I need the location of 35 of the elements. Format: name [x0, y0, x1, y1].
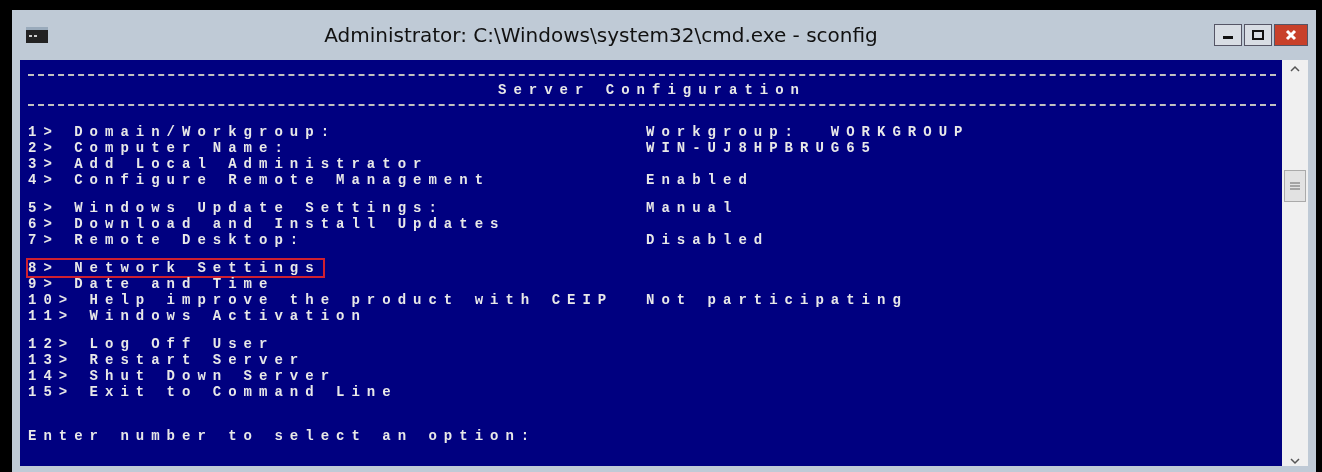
menu-option[interactable]: 8> Network Settings: [28, 260, 323, 276]
menu-option[interactable]: 6> Download and Install Updates: [28, 216, 646, 232]
option-value: Not participating: [646, 292, 908, 308]
window-title: Administrator: C:\Windows\system32\cmd.exe - sconfig: [323, 23, 879, 47]
option-value: WIN-UJ8HPBRUG65: [646, 140, 878, 156]
menu-option[interactable]: 3> Add Local Administrator: [28, 156, 646, 172]
menu-option[interactable]: 14> Shut Down Server: [28, 368, 646, 384]
menu-option[interactable]: 7> Remote Desktop:: [28, 232, 646, 248]
scrollbar[interactable]: [1282, 60, 1308, 466]
menu-option[interactable]: 12> Log Off User: [28, 336, 646, 352]
scroll-down-icon: [1288, 456, 1302, 466]
console-prompt: Enter number to select an option:: [28, 428, 538, 444]
menu-option[interactable]: 10> Help improve the product with CEIP: [28, 292, 646, 308]
scroll-up-icon: [1288, 64, 1302, 74]
maximize-icon: [1251, 30, 1265, 40]
option-value: Workgroup: WORKGROUP: [646, 124, 970, 140]
menu-option[interactable]: 11> Windows Activation: [28, 308, 646, 324]
grip-icon: [1289, 182, 1301, 190]
menu-option[interactable]: 4> Configure Remote Management: [28, 172, 646, 188]
maximize-button[interactable]: [1244, 24, 1272, 46]
scrollbar-thumb[interactable]: [1284, 170, 1306, 202]
console-icon: [26, 27, 48, 43]
option-value: Manual: [646, 200, 739, 216]
menu-option[interactable]: 9> Date and Time: [28, 276, 646, 292]
option-value: Enabled: [646, 172, 754, 188]
menu-option[interactable]: 13> Restart Server: [28, 352, 646, 368]
menu-option[interactable]: 2> Computer Name:: [28, 140, 646, 156]
close-button[interactable]: [1274, 24, 1308, 46]
menu-option[interactable]: 15> Exit to Command Line: [28, 384, 646, 400]
close-icon: [1284, 29, 1298, 41]
option-value: Disabled: [646, 232, 770, 248]
minimize-button[interactable]: [1214, 24, 1242, 46]
menu-option[interactable]: 1> Domain/Workgroup:: [28, 124, 646, 140]
console-heading: Server Configuration: [497, 82, 807, 98]
menu-option[interactable]: 5> Windows Update Settings:: [28, 200, 646, 216]
